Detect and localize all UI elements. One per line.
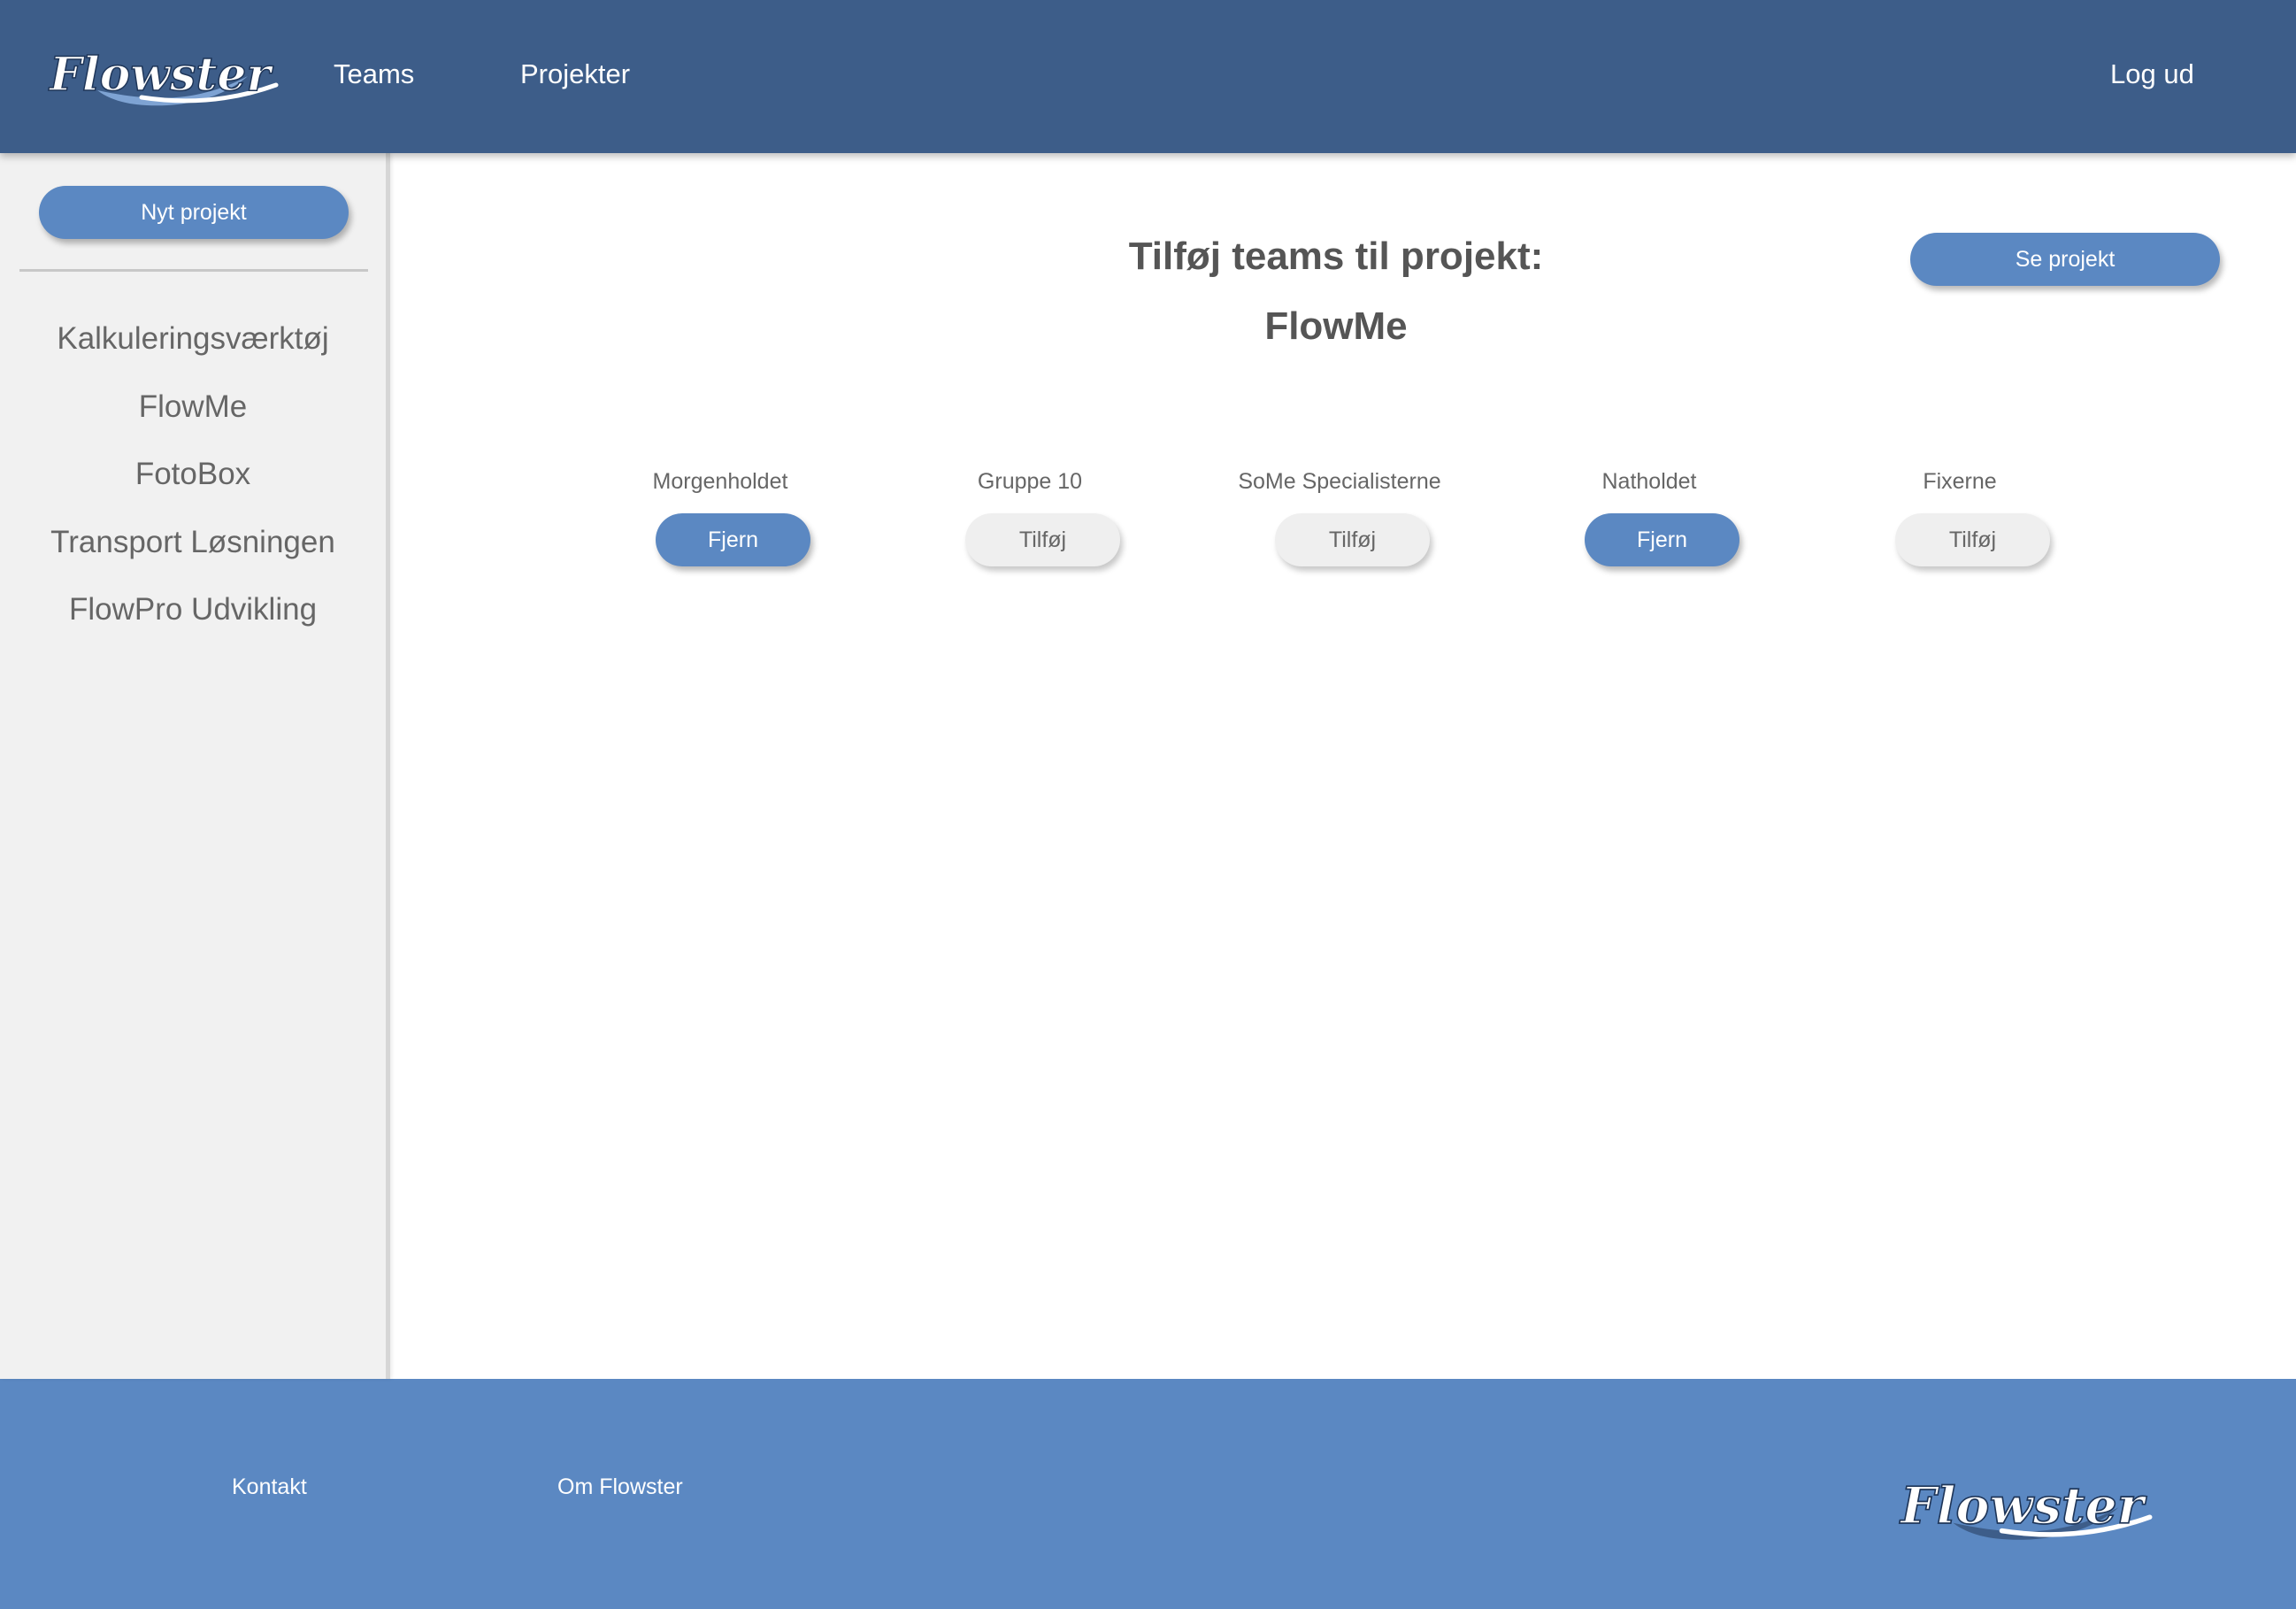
footer-contact-link[interactable]: Kontakt xyxy=(232,1471,307,1503)
sidebar-divider xyxy=(19,269,368,272)
project-list: Kalkuleringsværktøj FlowMe FotoBox Trans… xyxy=(0,305,386,644)
project-item-fotobox[interactable]: FotoBox xyxy=(0,441,386,509)
nav-projects-link[interactable]: Projekter xyxy=(520,55,630,94)
team-name: Natholdet xyxy=(1601,469,1697,494)
nav-teams-link[interactable]: Teams xyxy=(334,55,414,94)
team-card-some-specialisterne: SoMe Specialisterne Tilføj xyxy=(1185,464,1494,566)
add-team-button[interactable]: Tilføj xyxy=(965,513,1120,566)
project-item-flowpro-udvikling[interactable]: FlowPro Udvikling xyxy=(0,576,386,644)
remove-team-button[interactable]: Fjern xyxy=(1585,513,1739,566)
project-item-kalkuleringsvaerktoej[interactable]: Kalkuleringsværktøj xyxy=(0,305,386,373)
svg-text:Flowster: Flowster xyxy=(48,48,273,102)
team-card-fixerne: Fixerne Tilføj xyxy=(1805,464,2115,566)
team-name: Fixerne xyxy=(1923,469,1997,494)
add-team-button[interactable]: Tilføj xyxy=(1895,513,2050,566)
team-name: Morgenholdet xyxy=(652,469,788,494)
team-name: SoMe Specialisterne xyxy=(1238,469,1441,494)
add-team-button[interactable]: Tilføj xyxy=(1275,513,1430,566)
project-sidebar: Nyt projekt Kalkuleringsværktøj FlowMe F… xyxy=(0,153,390,1379)
project-item-flowme[interactable]: FlowMe xyxy=(0,373,386,442)
team-name: Gruppe 10 xyxy=(977,469,1083,494)
project-name-heading: FlowMe xyxy=(1264,304,1408,348)
top-navigation-bar: Flowster Teams Projekter Log ud xyxy=(0,0,2296,153)
logout-link[interactable]: Log ud xyxy=(2110,55,2194,94)
svg-text:Flowster: Flowster xyxy=(1899,1476,2147,1536)
new-project-button[interactable]: Nyt projekt xyxy=(39,186,349,239)
flowster-logo[interactable]: Flowster xyxy=(44,39,283,110)
see-project-button[interactable]: Se projekt xyxy=(1910,233,2220,286)
flowster-footer-logo[interactable]: Flowster xyxy=(1893,1467,2159,1544)
remove-team-button[interactable]: Fjern xyxy=(656,513,810,566)
footer-about-link[interactable]: Om Flowster xyxy=(557,1471,683,1503)
footer: Flowster xyxy=(0,1379,2296,1609)
team-card-gruppe-10: Gruppe 10 Tilføj xyxy=(875,464,1185,566)
project-item-transport-loesningen[interactable]: Transport Løsningen xyxy=(0,509,386,577)
team-card-natholdet: Natholdet Fjern xyxy=(1494,464,1804,566)
page-title: Tilføj teams til projekt: xyxy=(1128,235,1544,278)
team-card-morgenholdet: Morgenholdet Fjern xyxy=(565,464,875,566)
